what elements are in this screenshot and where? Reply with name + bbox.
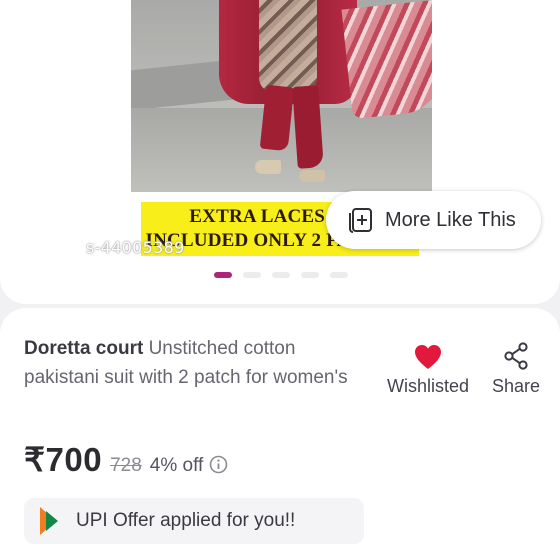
carousel-dot[interactable] [330, 272, 348, 278]
share-label: Share [491, 376, 541, 396]
carousel-dot-active[interactable] [214, 272, 232, 278]
share-icon [504, 342, 528, 370]
price-row: ₹700 728 4% off [24, 440, 228, 480]
upi-offer-text: UPI Offer applied for you!! [76, 510, 296, 531]
product-brand: Doretta court [24, 338, 144, 359]
product-image-card[interactable]: EXTRA LACES AND INCLUDED ONLY 2 PATCHES … [0, 0, 560, 304]
upi-icon [40, 507, 58, 535]
suit-dupatta [341, 0, 432, 120]
carousel-dot[interactable] [243, 272, 261, 278]
product-title: Doretta court Unstitched cotton pakistan… [24, 334, 364, 392]
current-price: ₹700 [24, 441, 103, 478]
product-photo[interactable] [131, 0, 432, 192]
original-price: 728 [110, 455, 142, 476]
share-button[interactable]: Share [488, 342, 544, 397]
wishlist-label: Wishlisted [386, 376, 470, 396]
carousel-dot[interactable] [272, 272, 290, 278]
product-details-card: Doretta court Unstitched cotton pakistan… [0, 308, 560, 560]
heart-icon [415, 345, 441, 369]
carousel-indicator [214, 272, 359, 280]
discount-percent: 4% off [149, 455, 204, 476]
add-collection-icon [349, 208, 372, 233]
wishlist-button[interactable]: Wishlisted [380, 342, 476, 397]
suit-embroidery-panel [259, 0, 317, 92]
more-like-this-button[interactable]: More Like This [326, 191, 541, 249]
carousel-dot[interactable] [301, 272, 319, 278]
image-watermark: s-44005389 [86, 238, 185, 257]
info-icon[interactable] [209, 455, 228, 474]
more-like-this-label: More Like This [385, 208, 516, 231]
upi-offer-banner[interactable]: UPI Offer applied for you!! [24, 498, 364, 544]
